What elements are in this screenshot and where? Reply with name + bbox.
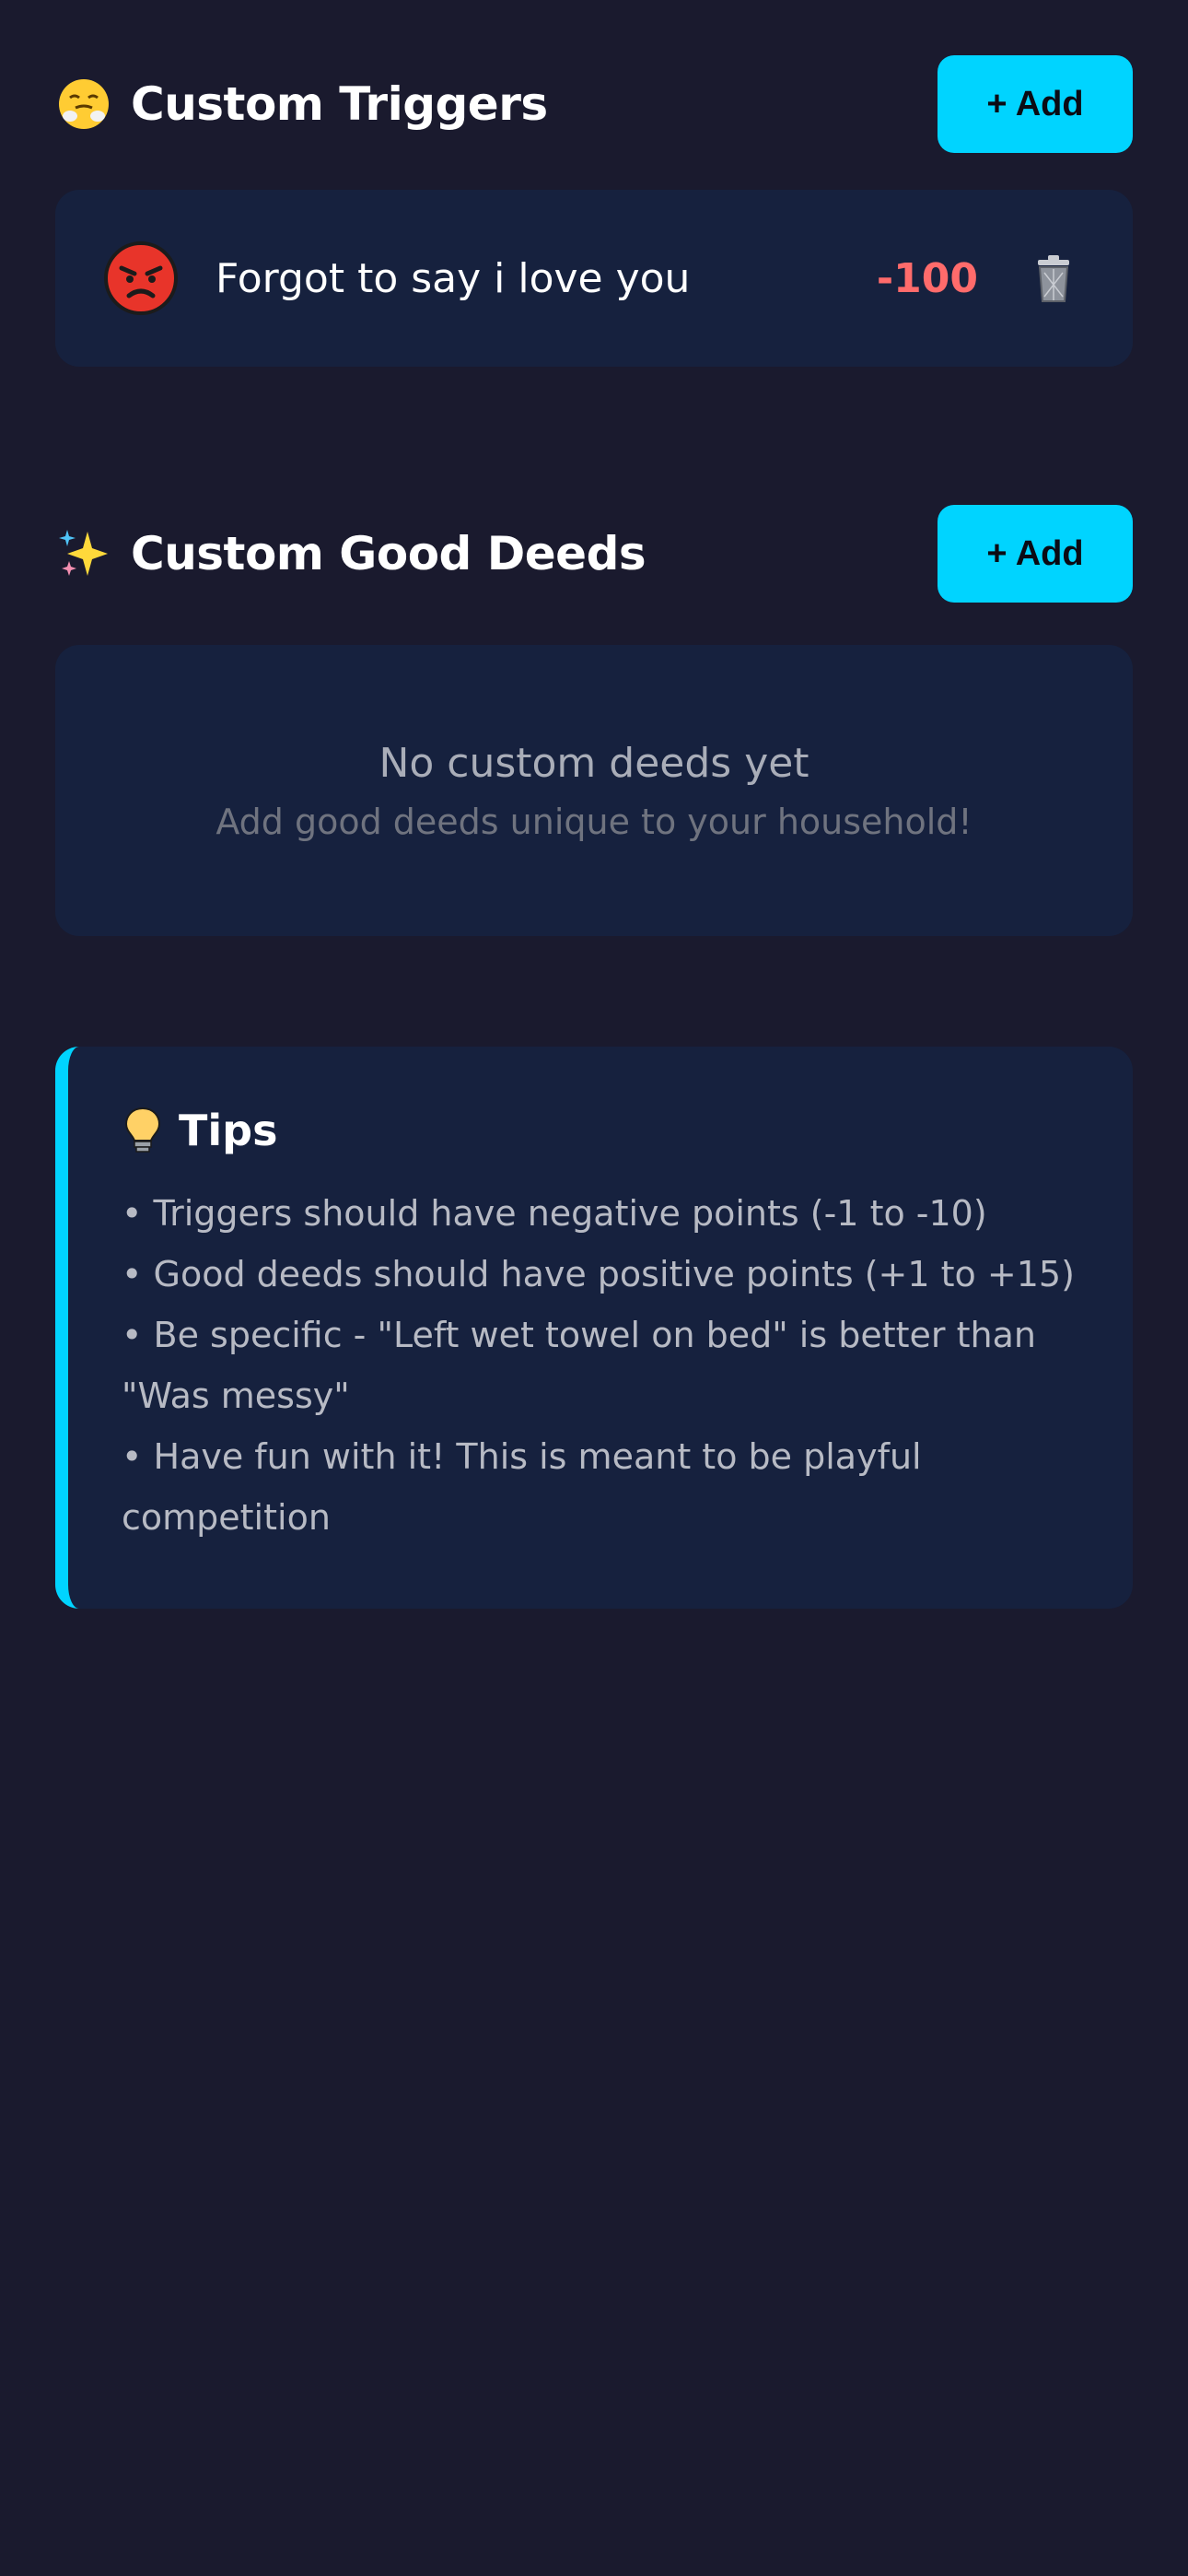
tip-line: • Good deeds should have positive points… [122, 1254, 1075, 1294]
deeds-title-wrap: Custom Good Deeds [55, 525, 646, 582]
triggers-header: Custom Triggers + Add [55, 55, 1133, 153]
tip-line: • Have fun with it! This is meant to be … [122, 1436, 922, 1538]
trigger-label: Forgot to say i love you [215, 254, 691, 302]
deeds-empty-state: No custom deeds yet Add good deeds uniqu… [55, 645, 1133, 936]
triggers-title: Custom Triggers [131, 77, 548, 131]
trigger-item: Forgot to say i love you -100 [55, 190, 1133, 367]
tips-header: Tips [122, 1106, 1077, 1155]
tips-title: Tips [179, 1106, 278, 1155]
deeds-header: Custom Good Deeds + Add [55, 505, 1133, 603]
empty-subtitle: Add good deeds unique to your household! [215, 801, 973, 842]
tip-line: • Be specific - "Left wet towel on bed" … [122, 1315, 1036, 1416]
deeds-title: Custom Good Deeds [131, 527, 646, 580]
lightbulb-icon [122, 1106, 164, 1155]
add-trigger-button[interactable]: + Add [938, 55, 1133, 153]
settings-page: Custom Triggers + Add Forgot to say i lo… [0, 55, 1188, 2576]
empty-title: No custom deeds yet [379, 739, 809, 787]
tips-card: Tips • Triggers should have negative poi… [55, 1047, 1133, 1609]
angry-face-icon [103, 240, 179, 316]
trigger-points: -100 [876, 254, 978, 302]
trash-icon[interactable] [1026, 251, 1081, 306]
steaming-face-icon [55, 76, 112, 133]
add-deed-button[interactable]: + Add [938, 505, 1133, 603]
triggers-title-wrap: Custom Triggers [55, 76, 548, 133]
tip-line: • Triggers should have negative points (… [122, 1193, 987, 1234]
sparkles-icon [55, 525, 112, 582]
